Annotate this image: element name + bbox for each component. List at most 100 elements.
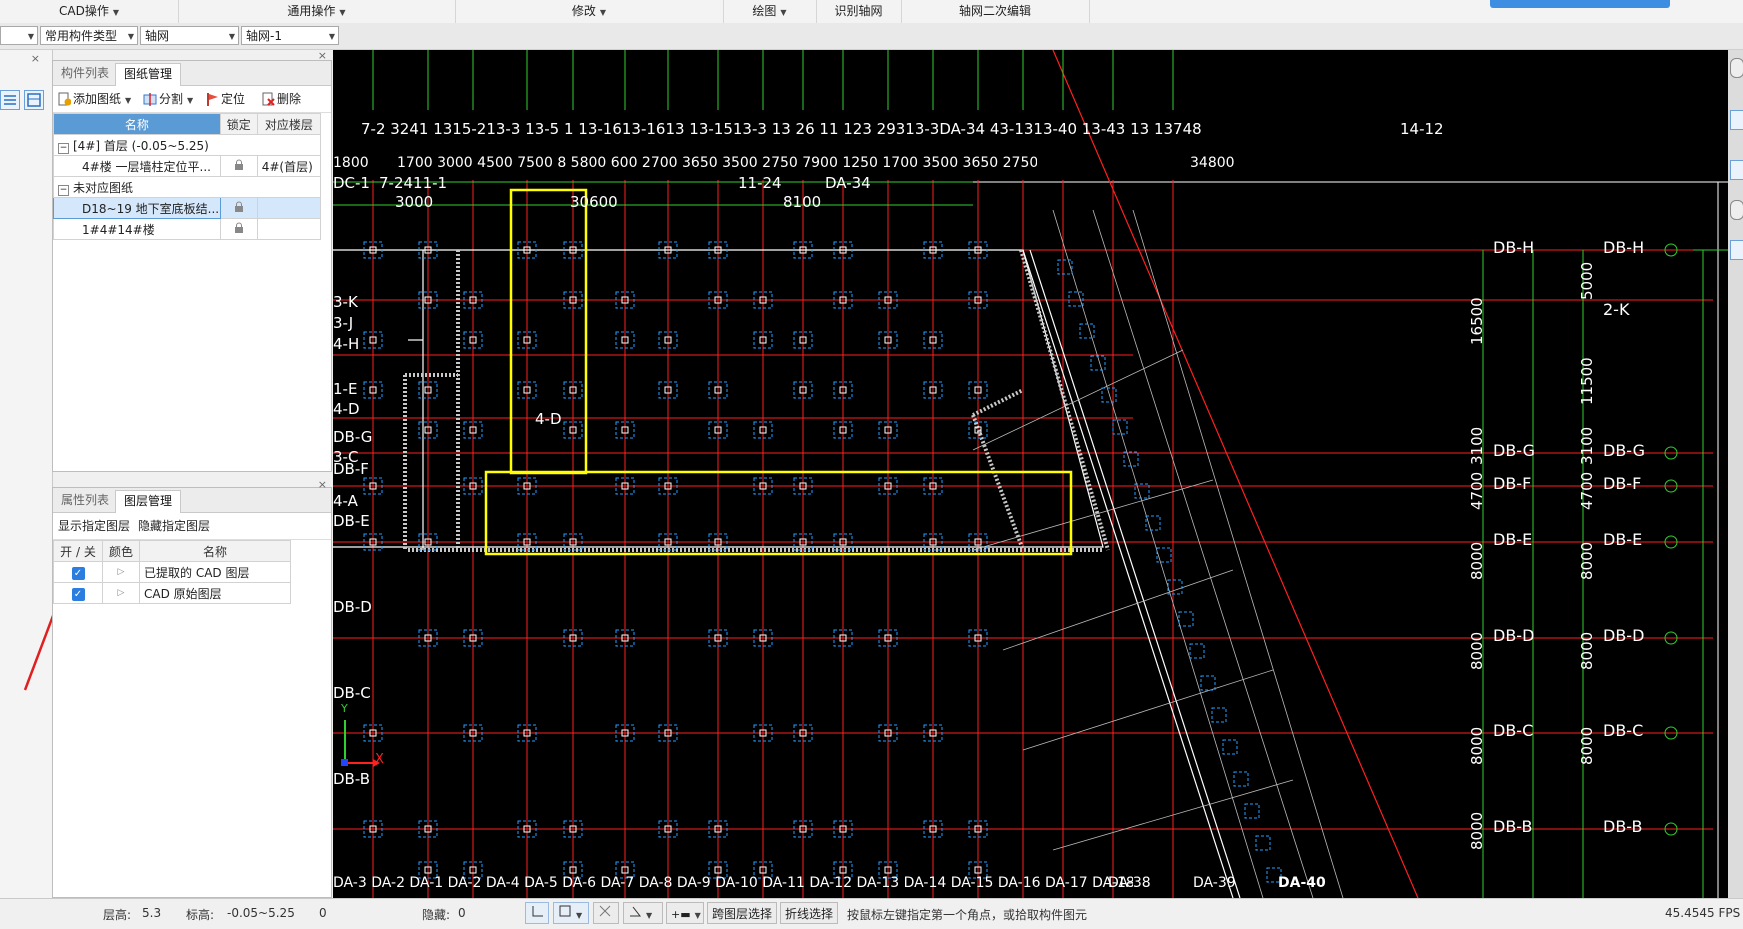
axis-label-left: DB-D bbox=[333, 598, 372, 616]
chevron-down-icon: ▼ bbox=[27, 32, 34, 41]
table-row[interactable]: ✓ ▷ 已提取的 CAD 图层 bbox=[53, 561, 291, 583]
ortho-icon[interactable] bbox=[525, 902, 549, 924]
axis-label-left: 4-A bbox=[333, 492, 358, 510]
cross-icon[interactable] bbox=[593, 902, 619, 924]
table-row-selected[interactable]: D18~19 地下室底板结... bbox=[53, 197, 322, 219]
expand-icon[interactable]: ▷ bbox=[102, 582, 140, 604]
selection-count: 0 bbox=[319, 906, 327, 920]
ribbon-tab-modify[interactable]: 修改 ▼ bbox=[455, 0, 724, 23]
hide-layer-button[interactable]: 隐藏指定图层 bbox=[138, 517, 210, 535]
angle-icon[interactable]: ▼ bbox=[623, 902, 663, 924]
dim-right2: 8000 bbox=[1578, 631, 1596, 670]
tab-component-list[interactable]: 构件列表 bbox=[53, 63, 117, 85]
axis-label-dc1: DC-1 bbox=[333, 174, 370, 192]
dim-right: 8000 bbox=[1468, 541, 1486, 580]
view-icon[interactable] bbox=[1730, 110, 1743, 130]
ribbon-tab-cad[interactable]: CAD操作 ▼ bbox=[0, 0, 179, 23]
ribbon-menu: CAD操作 ▼ 通用操作 ▼ 修改 ▼ 绘图 ▼ 识别轴网 轴网二次编辑 bbox=[0, 0, 1743, 24]
polyline-select-button[interactable]: 折线选择 bbox=[780, 902, 839, 924]
close-icon[interactable]: × bbox=[31, 52, 40, 65]
locate-button[interactable]: 定位 bbox=[205, 90, 245, 108]
offset-icon[interactable]: +▬ ▼ bbox=[666, 902, 704, 924]
table-group-row[interactable]: − 未对应图纸 bbox=[53, 176, 321, 198]
ribbon-tab-axis-edit[interactable]: 轴网二次编辑 bbox=[901, 0, 1090, 23]
chevron-down-icon: ▼ bbox=[694, 911, 701, 920]
axis-label-left: 4-D bbox=[333, 400, 360, 418]
expand-icon[interactable]: ▷ bbox=[102, 561, 140, 583]
cad-canvas[interactable]: 7-2 3241 1315-213-3 13-5 1 13-1613-1613 … bbox=[333, 50, 1728, 898]
list-view-icon[interactable] bbox=[0, 90, 20, 110]
column-mark bbox=[1222, 739, 1238, 755]
snap-icon[interactable]: ▼ bbox=[553, 902, 589, 924]
collapse-icon[interactable]: − bbox=[58, 184, 69, 196]
axis-label-right2: 2-K bbox=[1603, 300, 1630, 319]
axis-label-left: 4-H bbox=[333, 335, 360, 353]
table-row[interactable]: 4#楼 一层墙柱定位平... 4#(首层) bbox=[53, 155, 322, 177]
axis-label-right: DB-F bbox=[1493, 474, 1532, 493]
layer-management-panel: × 属性列表 图层管理 显示指定图层 隐藏指定图层 开 / 关 颜色 名称 ✓ … bbox=[52, 478, 332, 898]
table-group-row[interactable]: − [4#] 首层 (-0.05~5.25) bbox=[53, 134, 321, 156]
dim-right: 3100 bbox=[1468, 426, 1486, 465]
column-toggle[interactable]: 开 / 关 bbox=[53, 540, 103, 562]
lock-icon[interactable] bbox=[219, 155, 258, 177]
column-mark bbox=[1057, 259, 1073, 275]
column-color[interactable]: 颜色 bbox=[102, 540, 140, 562]
axis-label-14-12: 14-12 bbox=[1400, 120, 1444, 138]
component-instance-select[interactable]: 轴网-1 ▼ bbox=[241, 26, 339, 45]
axis-label-right: DB-B bbox=[1493, 817, 1533, 836]
grid-view-icon[interactable] bbox=[24, 90, 44, 110]
column-floor[interactable]: 对应楼层 bbox=[256, 113, 322, 135]
ucs-y-label: Y bbox=[341, 702, 348, 715]
ribbon-tab-draw[interactable]: 绘图 ▼ bbox=[723, 0, 817, 23]
ribbon-tab-identify-axis[interactable]: 识别轴网 bbox=[816, 0, 902, 23]
chevron-down-icon: ▼ bbox=[187, 96, 194, 105]
column-lock[interactable]: 锁定 bbox=[219, 113, 258, 135]
chevron-down-icon: ▼ bbox=[780, 8, 787, 17]
zoom-icon[interactable] bbox=[1730, 58, 1743, 78]
axis-label-right: DB-C bbox=[1493, 721, 1534, 740]
layer-toggle-checkbox[interactable]: ✓ bbox=[71, 587, 85, 601]
component-selector-bar: ▼ 常用构件类型 ▼ 轴网 ▼ 轴网-1 ▼ bbox=[0, 23, 1743, 50]
component-category-select[interactable]: 轴网 ▼ bbox=[140, 26, 239, 45]
view-icon[interactable] bbox=[1730, 160, 1743, 180]
tab-layer-management[interactable]: 图层管理 bbox=[115, 490, 182, 513]
column-mark bbox=[1211, 707, 1227, 723]
dim-right: 8000 bbox=[1468, 726, 1486, 765]
split-button[interactable]: 分割 ▼ bbox=[143, 90, 193, 108]
dim-3000: 3000 bbox=[395, 193, 434, 211]
tab-drawing-management[interactable]: 图纸管理 bbox=[115, 63, 182, 86]
left-tool-strip: × bbox=[0, 50, 67, 898]
axis-label-right: DB-D bbox=[1493, 626, 1535, 645]
add-drawing-button[interactable]: 添加图纸 ▼ bbox=[57, 90, 131, 108]
dim-right2: 8000 bbox=[1578, 726, 1596, 765]
column-mark bbox=[1145, 515, 1161, 531]
show-layer-button[interactable]: 显示指定图层 bbox=[58, 517, 130, 535]
table-row[interactable]: 1#4#14#楼 bbox=[53, 218, 322, 240]
collapse-icon[interactable]: − bbox=[58, 142, 69, 154]
delete-button[interactable]: 删除 bbox=[261, 90, 301, 108]
layer-toggle-checkbox[interactable]: ✓ bbox=[71, 566, 85, 580]
column-mark bbox=[1112, 419, 1128, 435]
orbit-icon[interactable] bbox=[1730, 200, 1743, 220]
lock-icon[interactable] bbox=[219, 197, 258, 219]
ribbon-blue-button[interactable] bbox=[1490, 0, 1670, 8]
ribbon-tab-general[interactable]: 通用操作 ▼ bbox=[178, 0, 456, 23]
tab-property-list[interactable]: 属性列表 bbox=[53, 490, 117, 512]
dim-row: 1700 3000 4500 7500 8 5800 600 2700 3650… bbox=[397, 155, 1037, 171]
axis-label-right2: DB-D bbox=[1603, 626, 1645, 645]
dim-right: 8000 bbox=[1468, 631, 1486, 670]
dim-right: 8000 bbox=[1468, 811, 1486, 850]
component-type-select[interactable]: 常用构件类型 ▼ bbox=[40, 26, 138, 45]
lock-icon[interactable] bbox=[219, 218, 258, 240]
column-mark bbox=[1079, 323, 1095, 339]
cross-floor-select-button[interactable]: 跨图层选择 bbox=[707, 902, 778, 924]
floor-select[interactable]: ▼ bbox=[0, 26, 38, 45]
column-name[interactable]: 名称 bbox=[53, 113, 221, 135]
floor-height-value: 5.3 bbox=[142, 906, 162, 920]
column-layer-name[interactable]: 名称 bbox=[139, 540, 291, 562]
dim-right2: 11500 bbox=[1578, 357, 1596, 405]
view-icon[interactable] bbox=[1730, 240, 1743, 260]
delete-icon bbox=[262, 92, 275, 106]
table-row[interactable]: ✓ ▷ CAD 原始图层 bbox=[53, 582, 291, 604]
column-mark bbox=[1101, 387, 1117, 403]
